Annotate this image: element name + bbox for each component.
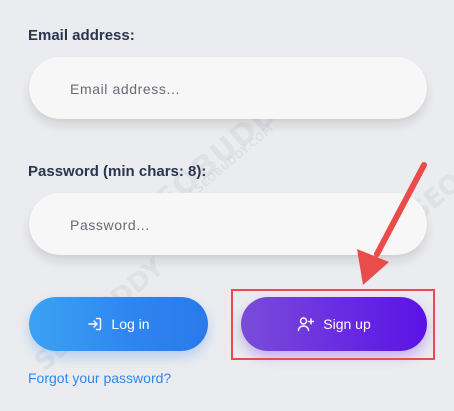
password-input[interactable]	[68, 193, 402, 257]
user-plus-icon	[298, 317, 315, 332]
email-input[interactable]	[68, 57, 402, 121]
email-label: Email address:	[28, 27, 135, 44]
forgot-password-link[interactable]: Forgot your password?	[28, 370, 171, 386]
password-label: Password (min chars: 8):	[28, 163, 207, 180]
signup-button-label: Sign up	[323, 316, 371, 332]
login-button-label: Log in	[111, 316, 150, 332]
email-field-wrapper	[29, 57, 427, 121]
login-button[interactable]: Log in	[29, 297, 208, 351]
signup-button[interactable]: Sign up	[241, 297, 427, 351]
password-field-wrapper	[29, 193, 427, 257]
login-icon	[88, 317, 102, 331]
